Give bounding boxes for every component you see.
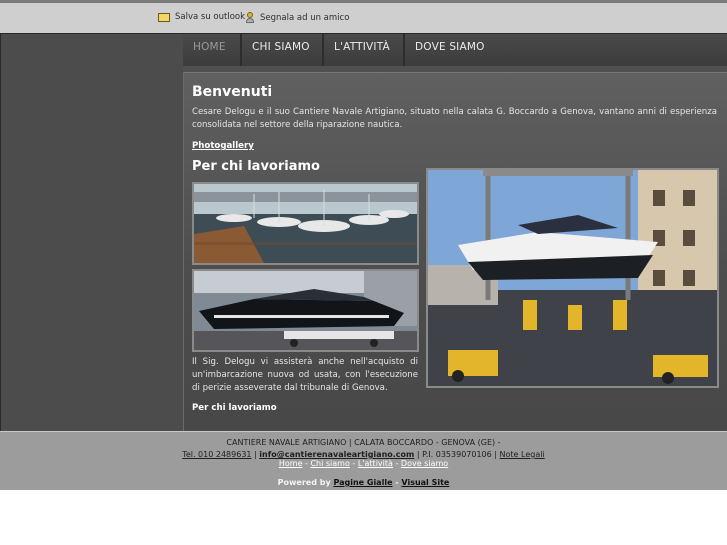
save-outlook-action[interactable]: Salva su outlook <box>158 12 245 22</box>
top-toolbar: Salva su outlook Segnala ad un amico <box>0 0 727 33</box>
footer-contacts: Tel. 010 2489631 | info@cantierenavalear… <box>0 450 727 459</box>
photogallery-link[interactable]: Photogallery <box>192 141 254 151</box>
footer-nav: Home - Chi siamo - L'attività - Dove sia… <box>0 459 727 468</box>
footer-link-attivita[interactable]: L'attività <box>358 459 393 468</box>
boatlift-photo <box>426 168 719 388</box>
footer: CANTIERE NAVALE ARTIGIANO | CALATA BOCCA… <box>0 431 727 490</box>
save-outlook-label: Salva su outlook <box>175 12 246 22</box>
tab-dove-siamo[interactable]: DOVE SIAMO <box>405 34 495 66</box>
visual-site-link[interactable]: Visual Site <box>401 478 449 487</box>
tab-attivita[interactable]: L'ATTIVITÀ <box>324 34 405 66</box>
footer-link-dove-siamo[interactable]: Dove siamo <box>401 459 448 468</box>
footer-legal-link[interactable]: Note Legali <box>500 450 545 459</box>
outlook-icon <box>158 12 170 22</box>
footer-tel-link[interactable]: Tel. 010 2489631 <box>182 450 251 459</box>
yacht-photo <box>192 269 419 352</box>
marina-photo <box>192 182 419 265</box>
tell-friend-label: Segnala ad un amico <box>260 12 350 23</box>
footer-link-chi-siamo[interactable]: Chi siamo <box>310 459 349 468</box>
footer-company: CANTIERE NAVALE ARTIGIANO | CALATA BOCCA… <box>226 438 501 447</box>
tab-home[interactable]: HOME <box>183 34 242 66</box>
footer-piva: P.I. 03539070106 <box>422 450 492 459</box>
page-title: Benvenuti <box>192 84 273 100</box>
footer-email-link[interactable]: info@cantierenavaleartigiano.com <box>259 450 414 459</box>
clients-link[interactable]: Per chi lavoriamo <box>192 403 277 413</box>
footer-link-home[interactable]: Home <box>279 459 303 468</box>
powered-by-label: Powered by <box>277 478 331 487</box>
footer-powered: Powered by Pagine Gialle - Visual Site <box>0 478 727 487</box>
pagine-gialle-link[interactable]: Pagine Gialle <box>333 478 392 487</box>
friend-icon <box>245 12 255 23</box>
assistance-text: Il Sig. Delogu vi assisterà anche nell'a… <box>192 357 418 393</box>
tab-chi-siamo[interactable]: CHI SIAMO <box>242 34 324 66</box>
section-title: Per chi lavoriamo <box>192 159 320 174</box>
sidebar <box>0 34 183 431</box>
tell-friend-action[interactable]: Segnala ad un amico <box>245 12 349 23</box>
main-nav: HOME CHI SIAMO L'ATTIVITÀ DOVE SIAMO <box>183 34 727 66</box>
intro-text: Cesare Delogu e il suo Cantiere Navale A… <box>192 107 717 130</box>
